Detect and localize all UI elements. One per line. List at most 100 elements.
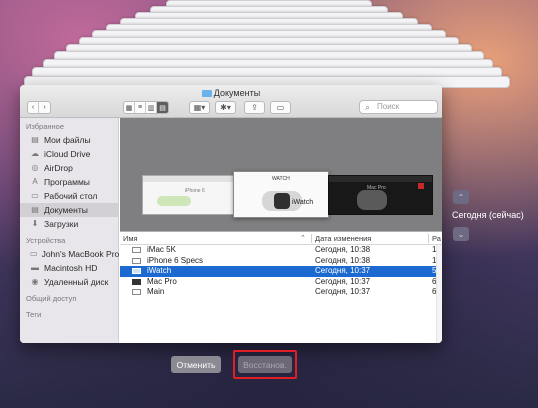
cover-flow-thumbnail-iwatch[interactable]: WATCH iWatch: [233, 171, 329, 218]
folder-icon: [201, 90, 212, 97]
sidebar-item-label: AirDrop: [44, 163, 73, 173]
back-button[interactable]: ‹: [28, 102, 39, 113]
sidebar-item-documents[interactable]: ▤ Документы: [20, 203, 118, 217]
file-row[interactable]: iPhone 6 Specs Сегодня, 10:38 1,1: [120, 256, 442, 267]
sidebar: Избранное ▤ Мои файлы ☁ iCloud Drive ◎ AirD…: [20, 118, 119, 343]
finder-window: Документы ‹ › ▦ ≡ ▥ ▤ ▦▾ ✱▾ ⇪ ▭ ⌕ Поиск …: [20, 85, 442, 343]
thumbnail-accent: [418, 183, 424, 189]
desktop-icon: ▭: [31, 191, 39, 200]
action-menu[interactable]: ✱▾: [215, 101, 236, 114]
sidebar-item-label: Документы: [44, 205, 88, 215]
file-list-header: Имя ⌃ Дата изменения Ра: [120, 232, 442, 245]
sidebar-item-label: Удаленный диск: [44, 277, 109, 287]
sort-chevron-icon[interactable]: ⌃: [300, 234, 306, 242]
tag-button[interactable]: ▭: [270, 101, 291, 114]
file-date: Сегодня, 10:37: [315, 276, 371, 286]
cover-flow-thumbnail-mac-pro[interactable]: Mac Pro: [328, 175, 433, 215]
file-name: Mac Pro: [147, 276, 177, 286]
sidebar-item-label: Мои файлы: [44, 135, 91, 145]
sidebar-item-desktop[interactable]: ▭ Рабочий стол: [20, 189, 118, 203]
column-header-name[interactable]: Имя: [123, 234, 138, 243]
file-list: Имя ⌃ Дата изменения Ра iMac 5K Сегодня,…: [120, 232, 442, 343]
cover-flow-button[interactable]: ▤: [157, 102, 168, 113]
file-icon: [132, 247, 141, 253]
downloads-icon: ⬇: [31, 219, 39, 228]
iphone-image: [157, 196, 191, 206]
all-files-icon: ▤: [31, 135, 39, 144]
file-date: Сегодня, 10:37: [315, 287, 371, 296]
vertical-scrollbar[interactable]: [436, 245, 442, 343]
column-header-date[interactable]: Дата изменения: [315, 234, 371, 243]
column-divider[interactable]: [428, 234, 429, 243]
timeline-current-label[interactable]: Сегодня (сейчас): [452, 210, 524, 220]
window-title: Документы: [20, 88, 442, 98]
search-field[interactable]: ⌕ Поиск: [359, 100, 438, 114]
sidebar-item-macintosh-hd[interactable]: ▬ Macintosh HD: [20, 261, 118, 275]
share-button[interactable]: ⇪: [244, 101, 265, 114]
disk-icon: ▬: [31, 263, 39, 272]
sidebar-item-applications[interactable]: A Программы: [20, 175, 118, 189]
search-placeholder: Поиск: [377, 102, 400, 111]
cancel-button[interactable]: Отменить: [171, 356, 221, 373]
file-date: Сегодня, 10:38: [315, 255, 371, 265]
timeline-up-button[interactable]: ⌃: [453, 190, 469, 204]
sidebar-item-label: Рабочий стол: [44, 191, 98, 201]
sidebar-section-shared[interactable]: Общий доступ: [20, 293, 118, 305]
sidebar-item-icloud-drive[interactable]: ☁ iCloud Drive: [20, 147, 118, 161]
column-divider[interactable]: [311, 234, 312, 243]
thumbnail-heading: WATCH: [272, 176, 290, 182]
file-row[interactable]: Main Сегодня, 10:37 65: [120, 287, 442, 298]
file-name: Main: [147, 287, 165, 296]
file-icon: [132, 278, 141, 285]
airdrop-icon: ◎: [31, 163, 39, 172]
sidebar-item-downloads[interactable]: ⬇ Загрузки: [20, 217, 118, 231]
documents-icon: ▤: [31, 205, 39, 214]
file-icon: [132, 268, 141, 274]
file-name: iWatch: [147, 266, 172, 275]
nav-buttons: ‹ ›: [27, 101, 51, 114]
file-name: iPhone 6 Specs: [147, 255, 204, 265]
remote-disk-icon: ◉: [31, 277, 39, 286]
thumbnail-title: iPhone 6: [185, 188, 205, 194]
watch-face-image: [274, 193, 290, 209]
file-icon: [132, 289, 141, 295]
sidebar-section-favorites: Избранное: [26, 122, 65, 131]
laptop-icon: ▭: [30, 249, 38, 258]
search-icon: ⌕: [365, 102, 371, 112]
sidebar-item-macbook-pro[interactable]: ▭ John's MacBook Pro: [20, 247, 120, 261]
window-title-text: Документы: [213, 88, 261, 98]
sidebar-item-label: Macintosh HD: [44, 263, 98, 273]
file-row[interactable]: iMac 5K Сегодня, 10:38 1,: [120, 245, 442, 256]
sidebar-item-airdrop[interactable]: ◎ AirDrop: [20, 161, 118, 175]
file-name: iMac 5K: [147, 245, 176, 254]
column-header-size[interactable]: Ра: [432, 234, 441, 243]
timeline-down-button[interactable]: ⌄: [453, 227, 469, 241]
file-row-selected[interactable]: iWatch Сегодня, 10:37 537: [120, 266, 442, 277]
sidebar-section-tags[interactable]: Теги: [20, 309, 118, 321]
sidebar-item-label: iCloud Drive: [44, 149, 91, 159]
thumbnail-title: iWatch: [292, 199, 314, 206]
applications-icon: A: [32, 177, 38, 186]
sidebar-item-remote-disk[interactable]: ◉ Удаленный диск: [20, 275, 118, 289]
column-view-button[interactable]: ▥: [146, 102, 157, 113]
sidebar-section-devices: Устройства: [26, 236, 66, 245]
file-row[interactable]: Mac Pro Сегодня, 10:37 664: [120, 277, 442, 288]
forward-button[interactable]: ›: [39, 102, 50, 113]
thumbnail-header: [143, 176, 233, 182]
file-date: Сегодня, 10:37: [315, 266, 371, 275]
restore-button[interactable]: Восстанов.: [238, 356, 292, 373]
group-by-menu[interactable]: ▦▾: [189, 101, 210, 114]
icon-view-button[interactable]: ▦: [124, 102, 135, 113]
cover-flow-preview[interactable]: iPhone 6 WATCH iWatch Mac Pro: [120, 118, 442, 232]
sidebar-item-label: John's MacBook Pro: [41, 249, 120, 259]
cloud-icon: ☁: [31, 149, 39, 158]
cover-flow-thumbnail-iphone[interactable]: iPhone 6: [142, 175, 234, 215]
list-view-button[interactable]: ≡: [135, 102, 146, 113]
sidebar-item-label: Программы: [44, 177, 90, 187]
sidebar-item-all-files[interactable]: ▤ Мои файлы: [20, 133, 118, 147]
view-mode-control: ▦ ≡ ▥ ▤: [123, 101, 169, 114]
mac-pro-image: [357, 190, 387, 210]
thumbnail-header: [329, 176, 432, 182]
window-toolbar: Документы ‹ › ▦ ≡ ▥ ▤ ▦▾ ✱▾ ⇪ ▭ ⌕ Поиск: [20, 85, 442, 118]
sidebar-item-label: Загрузки: [44, 219, 79, 229]
